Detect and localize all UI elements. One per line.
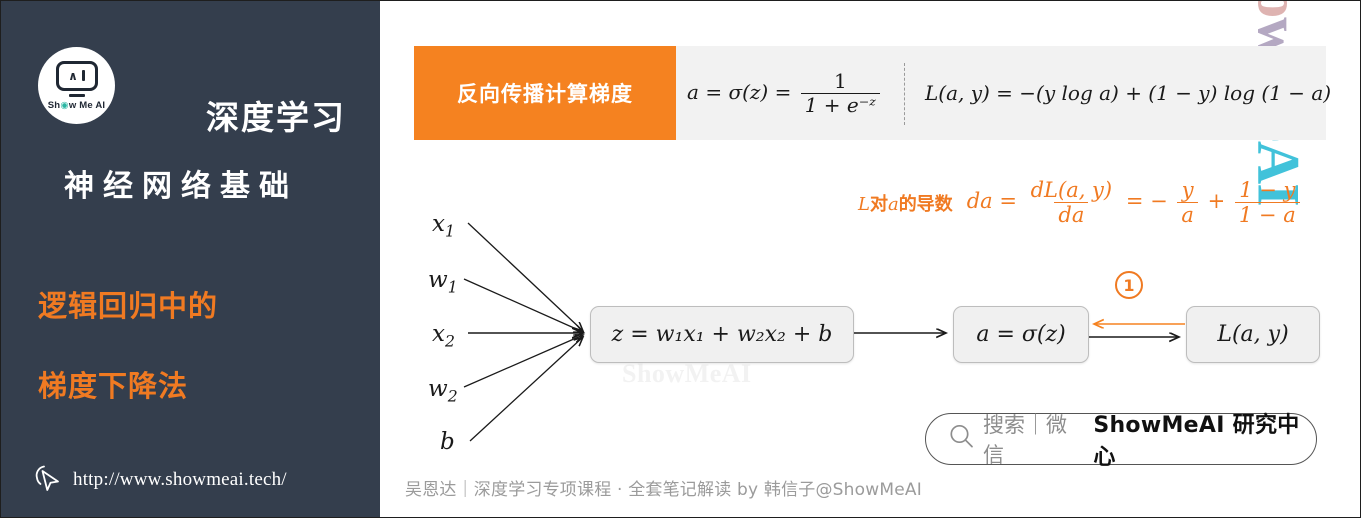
derivative-fraction-1: dL(a, y) da xyxy=(1027,179,1117,226)
logo-glyph-a: ∧ xyxy=(68,68,78,83)
graph-input-x1: x1 xyxy=(432,211,455,241)
derivative-fraction-2: y a xyxy=(1177,179,1198,226)
slide-root: ∧ Sh◉w Me AI 深度学习 神经网络基础 逻辑回归中的 梯度下降法 ht… xyxy=(0,0,1361,518)
graph-node-loss-label: L(a, y) xyxy=(1217,322,1289,347)
derivative-lhs: da = xyxy=(966,189,1017,214)
showmeai-center-watermark: ShowMeAI xyxy=(622,359,752,388)
derivative-annotation: L对a的导数 da = dL(a, y) da = − y a + 1 − y … xyxy=(858,179,1303,226)
derivative-label-post: 的导数 xyxy=(898,193,953,215)
sidebar-subtitle-line2: 梯度下降法 xyxy=(38,369,189,403)
sigmoid-fraction: 1 1 + e⁻ᶻ xyxy=(800,68,880,116)
graph-input-w2: w2 xyxy=(428,376,458,406)
sigmoid-numerator: 1 xyxy=(833,68,847,93)
formula-loss: L(a, y) = −(y log a) + (1 − y) log (1 − … xyxy=(925,46,1331,140)
sidebar-url-text[interactable]: http://www.showmeai.tech/ xyxy=(73,469,287,491)
sidebar-title-secondary: 神经网络基础 xyxy=(64,169,298,204)
derivative-label-mid: 对 xyxy=(869,193,888,215)
header-tag-label: 反向传播计算梯度 xyxy=(414,46,676,140)
derivative-plus: + xyxy=(1207,189,1226,214)
graph-node-loss: L(a, y) xyxy=(1186,306,1320,363)
search-icon xyxy=(948,423,975,455)
derivative-label-pre: L xyxy=(858,193,870,215)
cursor-icon xyxy=(31,461,61,498)
sigmoid-lhs: a = σ(z) = xyxy=(687,79,792,104)
graph-input-w1: w1 xyxy=(428,267,458,297)
graph-node-z: z = w₁x₁ + w₂x₂ + b xyxy=(590,306,854,363)
robot-face-icon: ∧ xyxy=(55,60,98,91)
sidebar-title-primary: 深度学习 xyxy=(206,98,346,137)
wechat-search-pill[interactable]: 搜索｜微信 ShowMeAI 研究中心 xyxy=(925,413,1317,470)
derivative-frac3-den: 1 − a xyxy=(1234,202,1300,226)
graph-input-b: b xyxy=(440,429,455,455)
sigmoid-denominator: 1 + e⁻ᶻ xyxy=(800,92,880,116)
header-dashed-divider xyxy=(904,63,905,125)
sidebar: ∧ Sh◉w Me AI 深度学习 神经网络基础 逻辑回归中的 梯度下降法 ht… xyxy=(1,1,380,517)
derivative-fraction-3: 1 − y 1 − a xyxy=(1234,178,1300,226)
search-account-name: ShowMeAI 研究中心 xyxy=(1093,413,1300,470)
derivative-frac2-num: y xyxy=(1181,178,1194,202)
backward-step-marker-1: 1 xyxy=(1115,271,1143,299)
derivative-eq: = − xyxy=(1125,189,1168,214)
derivative-label-var: a xyxy=(887,193,899,215)
derivative-frac2-den: a xyxy=(1177,202,1198,226)
derivative-frac1-den: da xyxy=(1054,202,1089,226)
search-placeholder-label: 搜索｜微信 xyxy=(983,413,1067,467)
graph-node-a: a = σ(z) xyxy=(953,306,1089,363)
graph-node-z-label: z = w₁x₁ + w₂x₂ + b xyxy=(611,322,833,347)
sidebar-url-row[interactable]: http://www.showmeai.tech/ xyxy=(31,461,287,498)
derivative-formula: da = dL(a, y) da = − y a + 1 − y 1 − a xyxy=(967,179,1303,226)
main-content: ShowMeAI 反向传播计算梯度 a = σ(z) = 1 1 + e⁻ᶻ L… xyxy=(380,1,1360,517)
loss-formula-text: L(a, y) = −(y log a) + (1 − y) log (1 − … xyxy=(925,81,1332,105)
derivative-frac3-num: 1 − y xyxy=(1239,178,1296,202)
graph-input-x2: x2 xyxy=(432,321,455,351)
formula-sigmoid: a = σ(z) = 1 1 + e⁻ᶻ xyxy=(687,46,880,140)
derivative-label: L对a的导数 xyxy=(858,190,953,216)
derivative-frac1-num: dL(a, y) xyxy=(1030,178,1113,202)
footer-caption: 吴恩达｜深度学习专项课程 · 全套笔记解读 by 韩信子@ShowMeAI xyxy=(405,480,922,500)
graph-node-a-label: a = σ(z) xyxy=(976,322,1066,347)
sidebar-subtitle-line1: 逻辑回归中的 xyxy=(38,289,219,323)
logo-glyph-i xyxy=(81,70,85,81)
